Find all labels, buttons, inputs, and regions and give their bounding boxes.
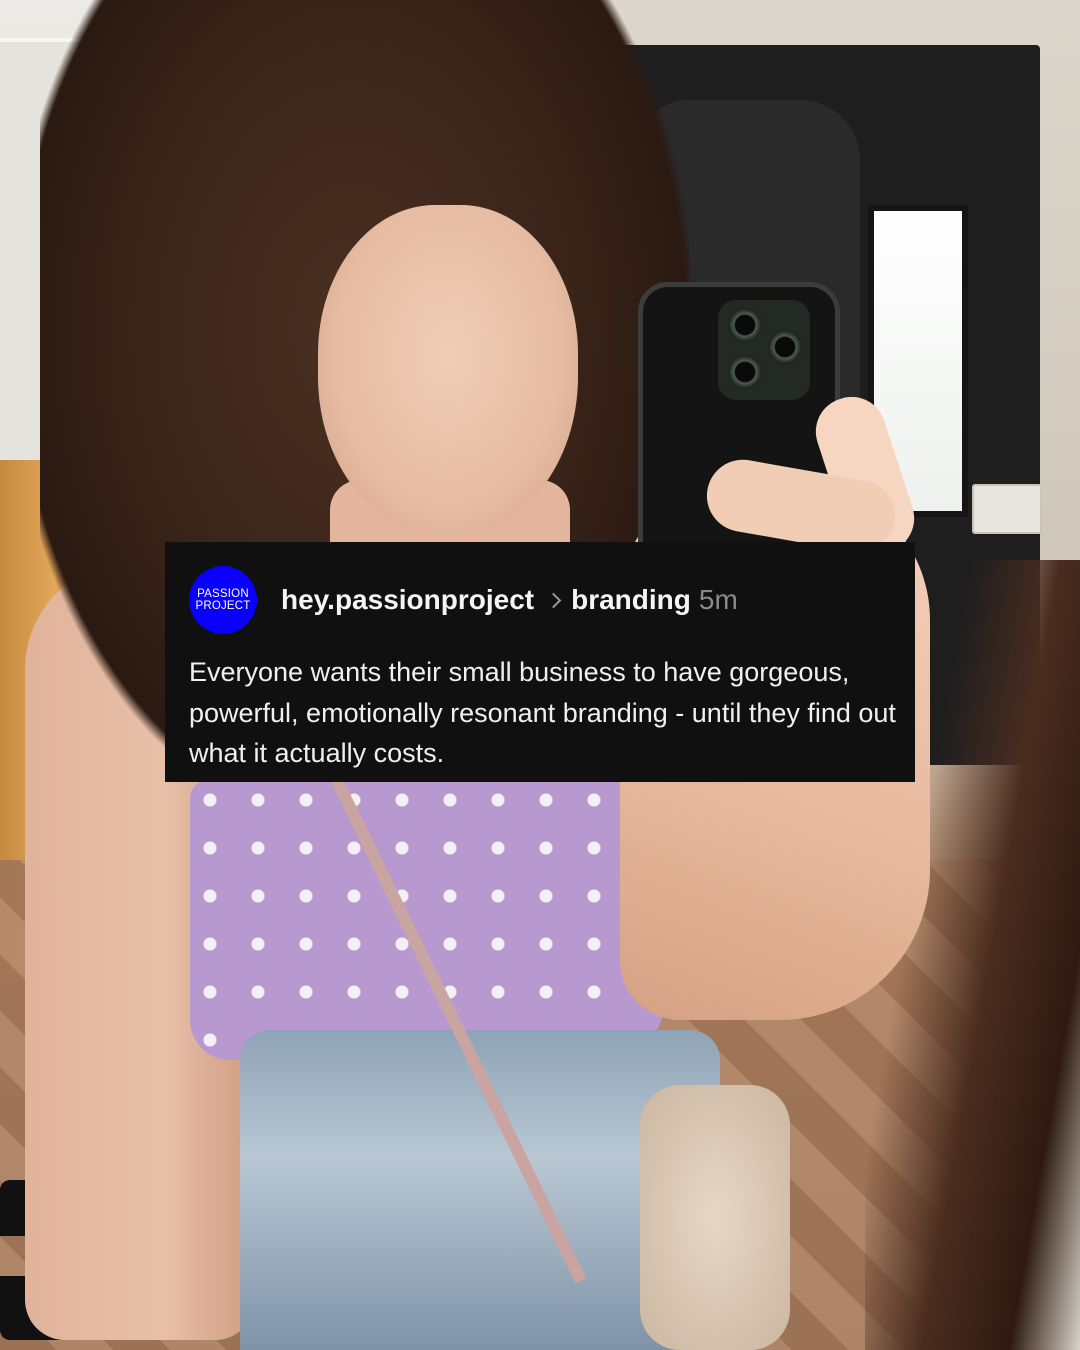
post-timestamp: 5m xyxy=(698,584,738,615)
avatar[interactable]: PASSION PROJECT xyxy=(189,566,257,634)
avatar-text-line2: PROJECT xyxy=(195,600,251,612)
username-link[interactable]: hey.passionproject xyxy=(281,584,534,616)
avatar-text-line1: PASSION xyxy=(197,588,249,600)
post-card: PASSION PROJECT hey.passionproject brand… xyxy=(165,542,915,782)
face xyxy=(318,205,578,535)
chevron-right-icon xyxy=(545,592,562,608)
camera-lens-icon xyxy=(728,355,762,389)
camera-lens-icon xyxy=(768,330,802,364)
crochet-bag xyxy=(640,1085,790,1350)
topic-link[interactable]: branding xyxy=(571,584,691,616)
camera-lens-icon xyxy=(728,308,762,342)
light-switch xyxy=(972,484,1042,534)
post-header: hey.passionproject branding 5m xyxy=(281,580,738,620)
lavender-bandana-top xyxy=(190,780,665,1060)
post-text: Everyone wants their small business to h… xyxy=(189,657,896,768)
phone-camera-icon xyxy=(718,300,810,400)
